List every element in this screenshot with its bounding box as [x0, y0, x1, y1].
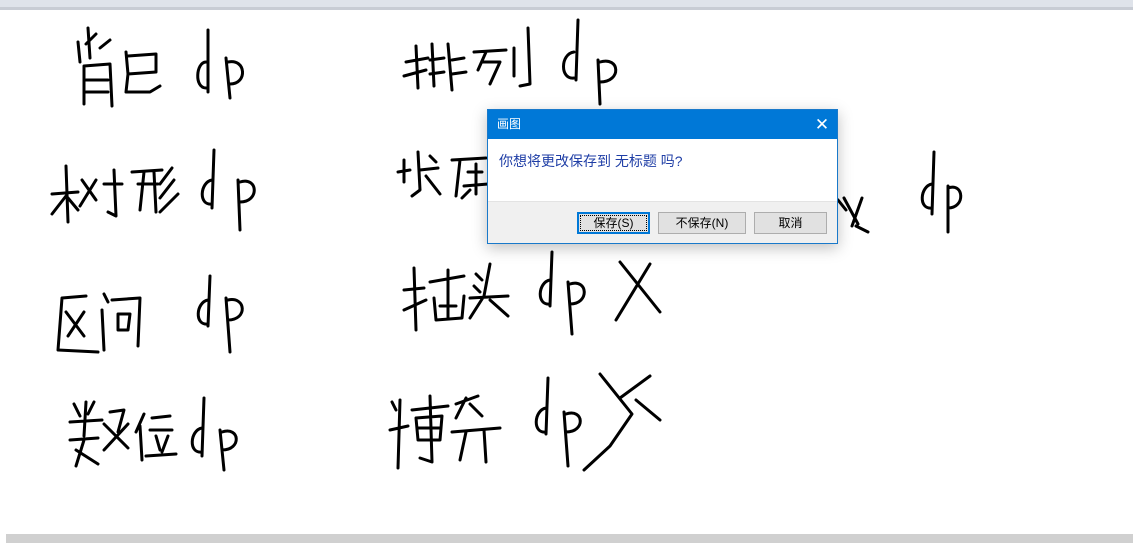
dialog-message: 你想将更改保存到 无标题 吗? [499, 153, 683, 169]
handwriting-qujian-dp [56, 274, 244, 354]
handwriting-beibao-dp [76, 26, 244, 108]
handwriting-chatou-dp [402, 250, 662, 336]
dialog-titlebar[interactable]: 画图 ✕ [488, 110, 837, 139]
handwriting-pailie-dp [402, 18, 618, 106]
handwriting-right-du-dp [836, 150, 963, 234]
handwriting-shuxing-dp [50, 148, 256, 232]
paint-canvas-area[interactable]: 画图 ✕ 你想将更改保存到 无标题 吗? 保存(S) 不保存(N) 取消 [0, 0, 1133, 543]
cancel-button[interactable]: 取消 [754, 212, 827, 234]
save-changes-dialog: 画图 ✕ 你想将更改保存到 无标题 吗? 保存(S) 不保存(N) 取消 [487, 109, 838, 244]
handwriting-zhuangya-dp [396, 150, 490, 200]
status-bar-edge [6, 534, 1133, 543]
dont-save-button[interactable]: 不保存(N) [658, 212, 746, 234]
handwriting-drawing[interactable] [0, 0, 1133, 543]
dialog-footer: 保存(S) 不保存(N) 取消 [488, 201, 837, 243]
close-icon[interactable]: ✕ [807, 110, 837, 139]
cancel-button-label: 取消 [778, 216, 803, 230]
dialog-title: 画图 [497, 117, 522, 131]
focus-ring [580, 215, 647, 231]
handwriting-shuwei-dp [68, 396, 238, 472]
save-button[interactable]: 保存(S) [577, 212, 650, 234]
dont-save-button-label: 不保存(N) [675, 216, 729, 230]
handwriting-boyi-dp [388, 372, 662, 472]
dialog-body: 你想将更改保存到 无标题 吗? [488, 139, 837, 201]
